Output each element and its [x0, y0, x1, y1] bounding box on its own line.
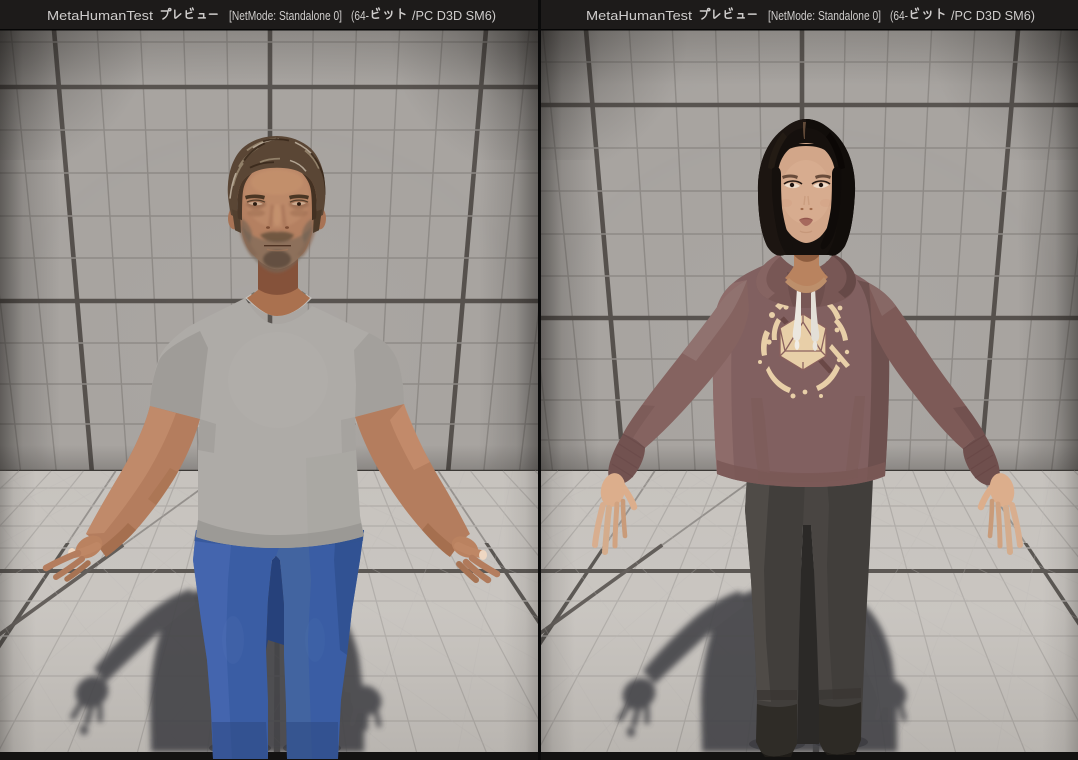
- svg-text:/PC D3D SM6): /PC D3D SM6): [951, 8, 1035, 23]
- svg-text:(64-: (64-: [890, 8, 908, 23]
- svg-text:MetaHumanTest: MetaHumanTest: [47, 8, 153, 23]
- svg-text:[NetMode: Standalone 0]: [NetMode: Standalone 0]: [229, 8, 342, 23]
- svg-text:/PC D3D SM6): /PC D3D SM6): [412, 8, 496, 23]
- svg-text:[NetMode: Standalone 0]: [NetMode: Standalone 0]: [768, 8, 881, 23]
- svg-text:MetaHumanTest: MetaHumanTest: [586, 8, 692, 23]
- svg-text:(64-: (64-: [351, 8, 369, 23]
